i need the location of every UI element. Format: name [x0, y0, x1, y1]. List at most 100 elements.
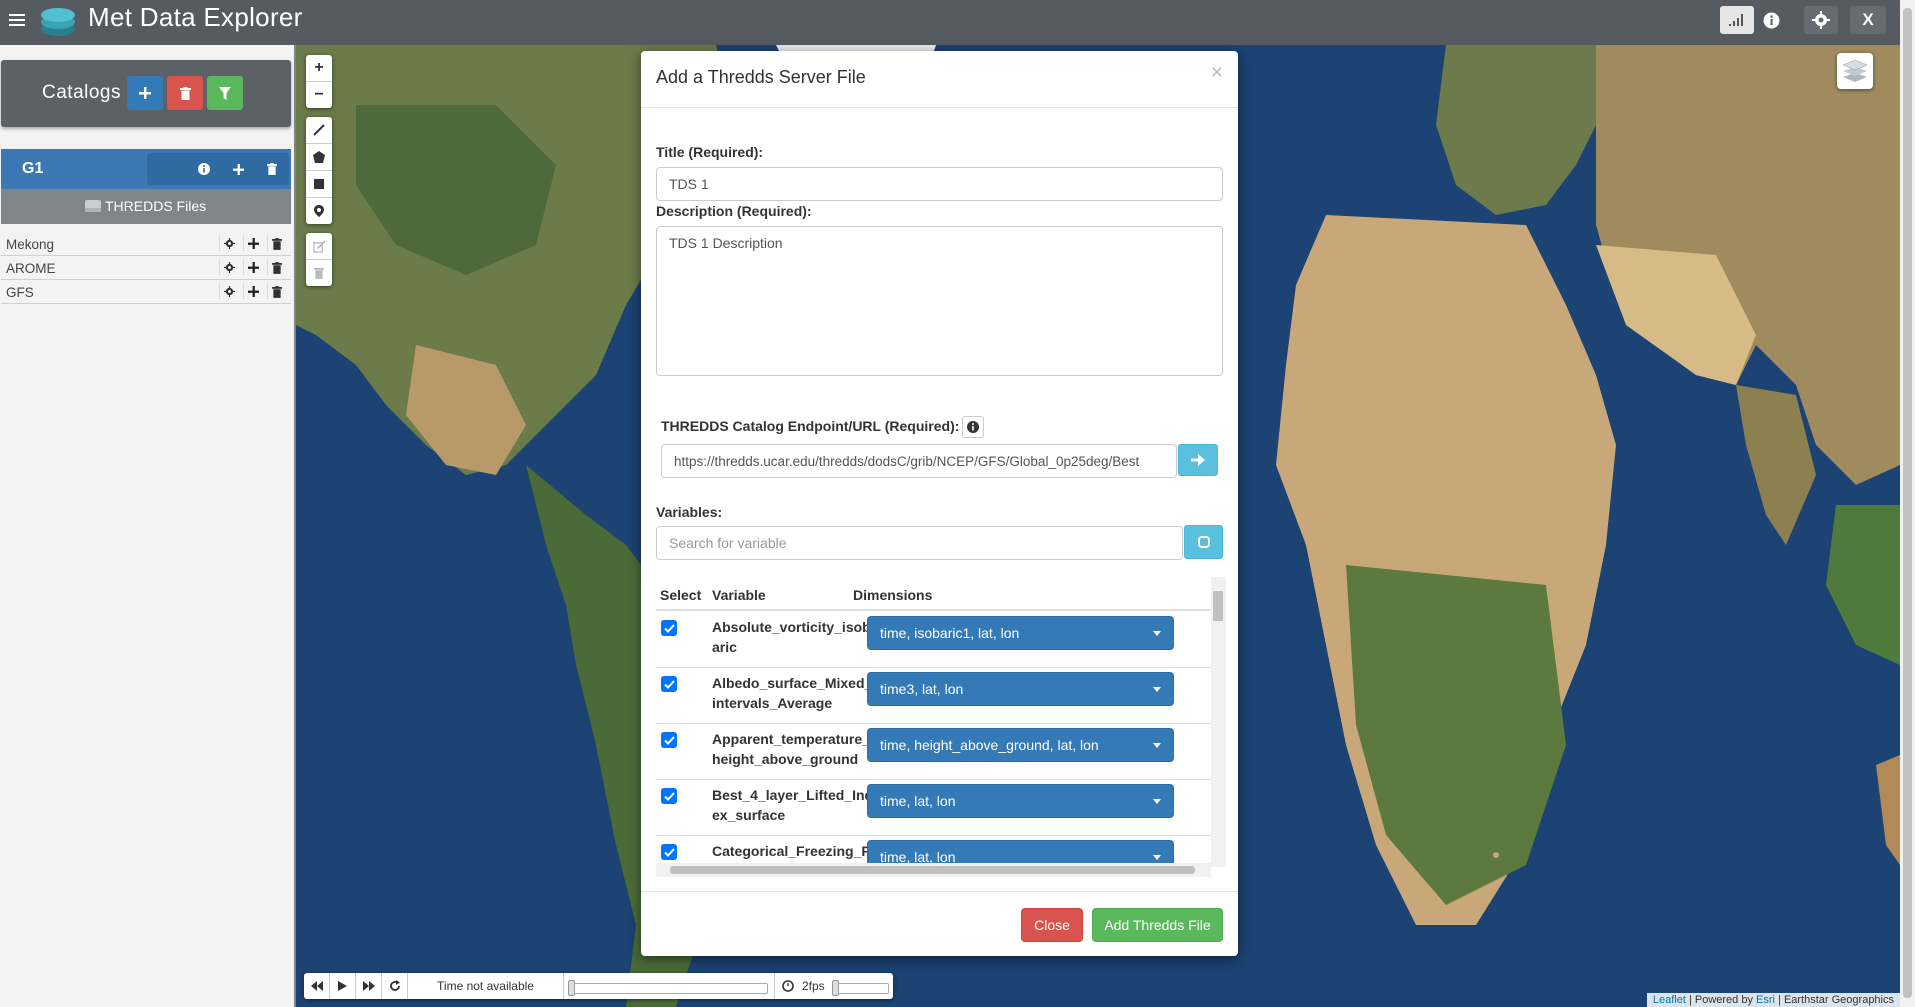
url-input[interactable]: https://thredds.ucar.edu/thredds/dodsC/g…: [661, 444, 1177, 478]
trash-icon: [272, 285, 282, 298]
page-scrollbar[interactable]: [1900, 0, 1915, 1007]
modal-close-icon[interactable]: ×: [1211, 61, 1223, 85]
url-info-button[interactable]: [962, 416, 984, 438]
file-add-button[interactable]: [243, 283, 262, 300]
draw-polygon-button[interactable]: [306, 144, 332, 171]
table-row: Albedo_surface_Mixed_intervals_Average t…: [656, 667, 1211, 724]
close-button[interactable]: Close: [1021, 908, 1083, 942]
gear-icon: [1812, 11, 1830, 29]
arrow-right-icon: [1191, 454, 1205, 466]
variable-checkbox[interactable]: [661, 844, 677, 860]
catalogs-bar: Catalogs: [1, 60, 291, 127]
layers-control[interactable]: [1837, 53, 1873, 89]
time-loop-button[interactable]: [382, 973, 408, 999]
file-add-button[interactable]: [243, 235, 262, 252]
clock-icon-wrap: [775, 973, 800, 999]
edit-layers-button[interactable]: [306, 233, 332, 260]
table-horizontal-scrollbar[interactable]: [656, 863, 1211, 877]
info-icon: [967, 421, 979, 433]
title-input[interactable]: TDS 1: [656, 167, 1223, 201]
file-delete-button[interactable]: [267, 259, 286, 276]
leaflet-link[interactable]: Leaflet: [1653, 994, 1686, 1006]
variable-checkbox[interactable]: [661, 732, 677, 748]
forward-icon: [362, 981, 375, 991]
col-dimensions-header: Dimensions: [853, 587, 933, 603]
dimensions-dropdown[interactable]: time, isobaric1, lat, lon: [867, 616, 1174, 650]
group-add-button[interactable]: [221, 153, 255, 185]
add-catalog-button[interactable]: [127, 76, 163, 110]
variable-checkbox[interactable]: [661, 676, 677, 692]
plus-icon: [247, 262, 259, 273]
thredds-files-label: THREDDS Files: [105, 198, 207, 214]
dimensions-dropdown[interactable]: time3, lat, lon: [867, 672, 1174, 706]
trash-icon: [272, 261, 282, 274]
variable-name: Absolute_vorticity_isobaric: [712, 619, 871, 655]
description-label: Description (Required):: [656, 203, 812, 219]
variable-search-button[interactable]: [1184, 525, 1223, 559]
group-delete-button[interactable]: [255, 153, 289, 185]
dimensions-value: time, isobaric1, lat, lon: [880, 625, 1020, 641]
menu-icon[interactable]: [9, 11, 25, 27]
add-thredds-file-button[interactable]: Add Thredds File: [1092, 908, 1223, 942]
close-app-button[interactable]: X: [1850, 6, 1886, 34]
time-play-button[interactable]: [330, 973, 356, 999]
delete-layers-button[interactable]: [306, 260, 332, 286]
top-navbar: Met Data Explorer X: [0, 0, 1900, 45]
table-row: Absolute_vorticity_isobaric time, isobar…: [656, 611, 1211, 668]
file-delete-button[interactable]: [267, 283, 286, 300]
app-title: Met Data Explorer: [88, 2, 303, 32]
variables-table: Select Variable Dimensions Absolute_vort…: [656, 577, 1226, 877]
info-icon: [1763, 12, 1779, 28]
check-icon: [663, 791, 675, 801]
variable-checkbox[interactable]: [661, 620, 677, 636]
variable-search-input[interactable]: Search for variable: [656, 526, 1183, 560]
file-settings-button[interactable]: [219, 259, 238, 276]
time-backward-button[interactable]: [304, 973, 330, 999]
esri-link[interactable]: Esri: [1756, 994, 1775, 1006]
draw-rectangle-button[interactable]: [306, 171, 332, 198]
time-forward-button[interactable]: [356, 973, 382, 999]
variable-checkbox[interactable]: [661, 788, 677, 804]
draw-polyline-button[interactable]: [306, 117, 332, 144]
delete-catalog-button[interactable]: [167, 76, 203, 110]
file-row[interactable]: Mekong: [1, 233, 291, 256]
zoom-in-button[interactable]: +: [306, 55, 332, 82]
dimensions-dropdown[interactable]: time, lat, lon: [867, 784, 1174, 818]
check-icon: [663, 847, 675, 857]
check-icon: [663, 735, 675, 745]
zoom-out-button[interactable]: −: [306, 82, 332, 108]
table-vertical-scrollbar[interactable]: [1211, 577, 1226, 867]
file-settings-button[interactable]: [219, 283, 238, 300]
group-title: G1: [22, 160, 44, 177]
polyline-icon: [313, 124, 325, 136]
speed-slider[interactable]: [831, 973, 893, 999]
group-header[interactable]: G1: [1, 149, 291, 189]
gear-icon: [223, 286, 235, 297]
signal-button[interactable]: [1720, 6, 1754, 34]
info-button[interactable]: [1756, 6, 1786, 34]
attribution-source: | Earthstar Geographics: [1774, 994, 1894, 1006]
group-actions: [147, 153, 289, 185]
dimensions-dropdown[interactable]: time, height_above_ground, lat, lon: [867, 728, 1174, 762]
filter-catalog-button[interactable]: [207, 76, 243, 110]
thredds-files-header: THREDDS Files: [1, 189, 291, 224]
draw-marker-button[interactable]: [306, 198, 332, 224]
edit-toolbar: [306, 233, 332, 286]
variable-name: Albedo_surface_Mixed_intervals_Average: [712, 675, 873, 711]
file-delete-button[interactable]: [267, 235, 286, 252]
group-info-button[interactable]: [187, 153, 221, 185]
file-add-button[interactable]: [243, 259, 262, 276]
file-row[interactable]: AROME: [1, 257, 291, 280]
edit-icon: [312, 239, 326, 253]
settings-button[interactable]: [1804, 6, 1838, 34]
caret-down-icon: [1153, 743, 1161, 748]
time-slider[interactable]: [564, 973, 775, 999]
caret-down-icon: [1153, 855, 1161, 860]
file-settings-button[interactable]: [219, 235, 238, 252]
backward-icon: [310, 981, 323, 991]
modal-footer: Close Add Thredds File: [641, 891, 1238, 957]
description-textarea[interactable]: TDS 1 Description: [656, 226, 1223, 376]
load-url-button[interactable]: [1178, 444, 1218, 476]
file-row[interactable]: GFS: [1, 281, 291, 304]
trash-icon: [179, 86, 191, 100]
